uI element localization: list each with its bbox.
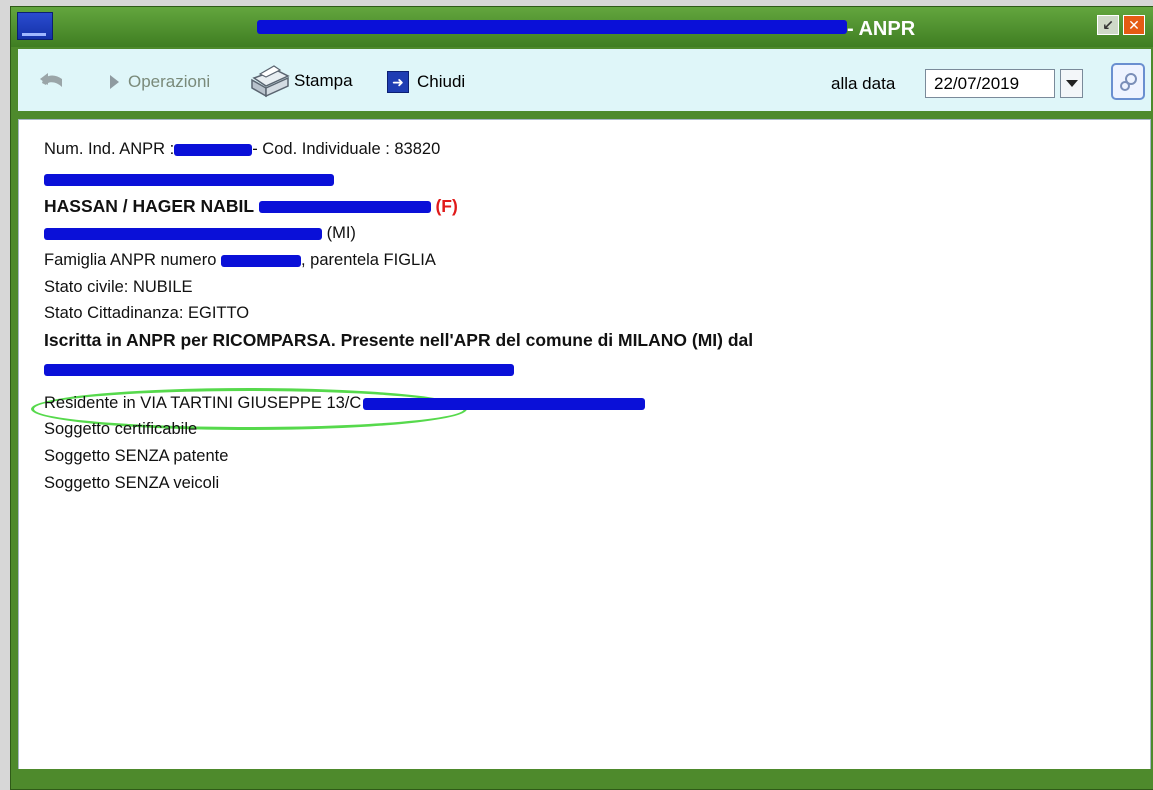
redacted-line [44,360,514,379]
redaction [44,363,514,376]
operazioni-label: Operazioni [128,72,211,91]
toolbar: Operazioni Stampa ➜ Chiudi alla data [18,49,1151,111]
birth-province: (MI) [326,224,356,242]
stampa-label: Stampa [294,71,353,90]
vehicles-line: Soggetto SENZA veicoli [44,474,220,492]
window-title: - ANPR [847,18,916,40]
registration-info: Iscritta in ANPR per RICOMPARSA. Present… [44,330,754,350]
family-label: Famiglia ANPR numero [44,251,217,269]
title-redaction [257,20,847,34]
individual-code: - Cod. Individuale : 83820 [252,140,441,158]
redaction [363,397,646,410]
redaction [221,254,301,267]
civil-status: Stato civile: NUBILE [44,278,193,296]
redaction [44,227,322,240]
chevron-down-icon [1065,80,1078,87]
chiudi-button[interactable]: ➜ Chiudi [387,71,465,93]
status-bar [11,769,1153,789]
certifiable-line: Soggetto certificabile [44,420,198,438]
sex-marker: (F) [435,196,458,216]
birth-line: (MI) [44,224,356,243]
chiudi-label: Chiudi [417,72,466,91]
settings-button[interactable] [1111,63,1145,100]
close-icon: ✕ [1128,16,1140,33]
redaction [174,143,253,156]
back-button[interactable] [38,69,66,91]
gear-icon [1120,72,1137,91]
license-line: Soggetto SENZA patente [44,447,229,465]
person-name-line: HASSAN / HAGER NABIL (F) [44,196,458,217]
relationship: , parentela FIGLIA [301,251,436,269]
play-triangle-icon [110,75,119,89]
close-button[interactable]: ✕ [1123,15,1145,35]
residence-line: Residente in VIA TARTINI GIUSEPPE 13/C [44,394,646,413]
person-name: HASSAN / HAGER NABIL [44,196,254,216]
restore-button[interactable]: ↙ [1097,15,1119,35]
redaction [44,173,334,186]
date-dropdown-button[interactable] [1060,69,1083,98]
restore-icon: ↙ [1102,16,1114,33]
redaction [258,201,431,214]
anpr-number-line: Num. Ind. ANPR : - Cod. Individuale : 838… [44,140,440,159]
residence-address: Residente in VIA TARTINI GIUSEPPE 13/C [44,394,362,412]
stampa-button[interactable]: Stampa [246,64,353,98]
redacted-line [44,170,334,189]
family-number-link[interactable] [221,251,301,269]
printer-icon [251,65,290,98]
anpr-number-label: Num. Ind. ANPR : [44,140,175,158]
operazioni-menu[interactable]: Operazioni [110,72,210,92]
anpr-window: - ANPR ↙ ✕ Operazioni Stampa ➜ Chiudi al… [10,6,1153,790]
citizenship-status: Stato Cittadinanza: EGITTO [44,304,250,322]
exit-icon: ➜ [387,71,409,93]
date-field[interactable] [925,69,1055,98]
back-arrow-icon [40,73,62,87]
alla-data-label: alla data [831,74,896,93]
family-line: Famiglia ANPR numero , parentela FIGLIA [44,251,436,270]
title-bar[interactable]: - ANPR ↙ ✕ [11,7,1153,47]
app-icon [17,12,53,40]
details-panel: Num. Ind. ANPR : - Cod. Individuale : 838… [18,119,1151,771]
